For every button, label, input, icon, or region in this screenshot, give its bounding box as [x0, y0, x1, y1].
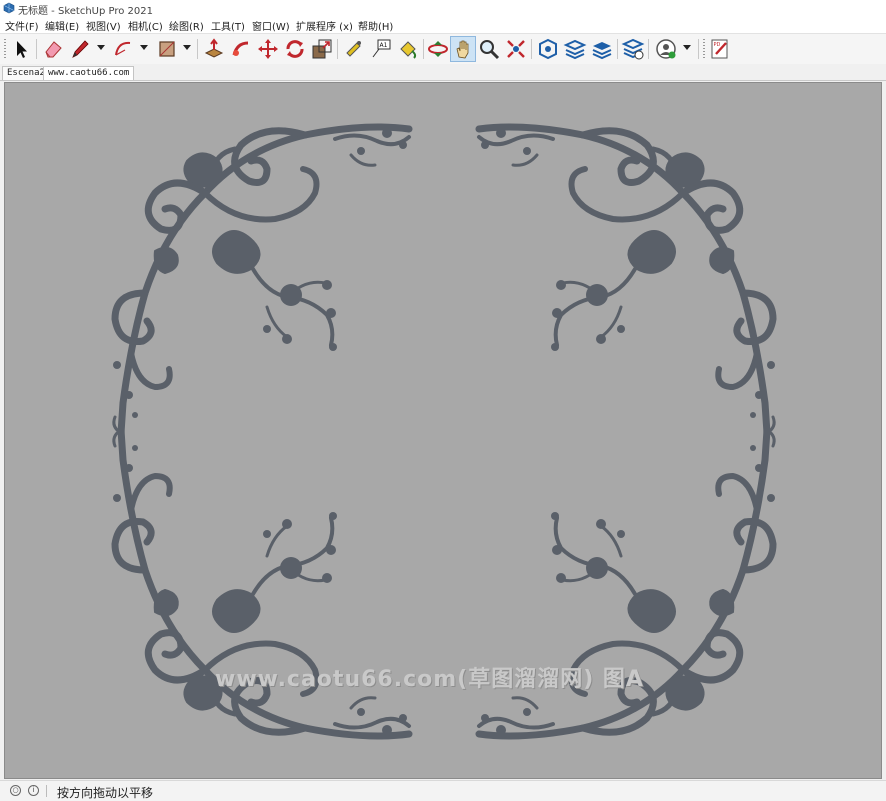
info-icon[interactable]: i — [28, 785, 39, 796]
zoom-tool-button[interactable] — [477, 37, 501, 61]
status-bar: ○ i 按方向拖动以平移 — [0, 780, 886, 801]
arc-tool-button[interactable] — [112, 37, 136, 61]
pencil-line-icon — [72, 40, 89, 58]
zoom-icon — [480, 40, 500, 60]
line-tool-button[interactable] — [68, 37, 92, 61]
move-icon — [258, 39, 278, 59]
rotate-tool-button[interactable] — [283, 37, 307, 61]
scale-icon — [312, 39, 332, 59]
toolbar-separator — [423, 39, 424, 59]
title-bar: 无标题 - SketchUp Pro 2021 — [0, 0, 886, 17]
menu-bar: 文件(F) 编辑(E) 视图(V) 相机(C) 绘图(R) 工具(T) 窗口(W… — [0, 16, 886, 33]
ornament-corner-top-right — [479, 127, 775, 433]
sketchup-app-icon — [3, 2, 15, 14]
arc-icon — [115, 41, 131, 56]
main-toolbar: A1 PD — [0, 33, 886, 65]
send-to-layout-icon: PD — [711, 39, 728, 59]
ornament-corner-top-left — [113, 127, 409, 433]
account-button[interactable] — [654, 37, 678, 61]
tape-measure-icon — [346, 41, 361, 57]
follow-me-tool-button[interactable] — [229, 37, 253, 61]
extension-manager-icon — [621, 38, 645, 60]
menu-window[interactable]: 窗口(W) — [252, 18, 290, 33]
menu-view[interactable]: 视图(V) — [86, 18, 121, 33]
paint-bucket-tool-button[interactable] — [396, 37, 420, 61]
rotate-icon — [286, 40, 304, 58]
menu-tools[interactable]: 工具(T) — [211, 18, 245, 33]
toolbar-separator — [648, 39, 649, 59]
toolbar-separator — [197, 39, 198, 59]
paint-bucket-icon — [400, 41, 417, 59]
menu-help[interactable]: 帮助(H) — [358, 18, 393, 33]
toolbar-grip[interactable] — [4, 39, 6, 59]
status-hint-text: 按方向拖动以平移 — [57, 786, 154, 800]
text-icon: A1 — [372, 39, 391, 58]
push-pull-icon — [204, 38, 224, 58]
rectangle-icon — [159, 41, 175, 57]
orbit-icon — [428, 41, 448, 57]
extension-manager-button[interactable] — [621, 37, 645, 61]
select-tool-button[interactable] — [9, 37, 33, 61]
menu-edit[interactable]: 编辑(E) — [45, 18, 79, 33]
follow-me-icon — [232, 41, 249, 56]
window-title: 无标题 - SketchUp Pro 2021 — [18, 6, 153, 17]
svg-text:A1: A1 — [380, 42, 388, 49]
toolbar-separator — [531, 39, 532, 59]
zoom-extents-icon — [507, 40, 525, 58]
zoom-extents-tool-button[interactable] — [504, 37, 528, 61]
tape-measure-tool-button[interactable] — [342, 37, 366, 61]
menu-camera[interactable]: 相机(C) — [128, 18, 163, 33]
select-icon — [17, 41, 27, 58]
send-to-layout-button[interactable]: PD — [708, 37, 732, 61]
arc-dropdown-chevron-down-icon[interactable] — [140, 45, 148, 50]
shape-dropdown-chevron-down-icon[interactable] — [183, 45, 191, 50]
push-pull-tool-button[interactable] — [202, 37, 226, 61]
eraser-icon — [45, 41, 62, 58]
scene-tab-caotu66[interactable]: www.caotu66.com — [43, 66, 135, 80]
layout-button[interactable] — [590, 37, 614, 61]
move-tool-button[interactable] — [256, 37, 280, 61]
account-icon — [656, 39, 676, 59]
menu-file[interactable]: 文件(F) — [5, 18, 39, 33]
line-dropdown-chevron-down-icon[interactable] — [97, 45, 105, 50]
text-tool-button[interactable]: A1 — [369, 37, 393, 61]
toolbar-separator — [617, 39, 618, 59]
account-dropdown-chevron-down-icon[interactable] — [683, 45, 691, 50]
3d-warehouse-button[interactable] — [536, 37, 560, 61]
toolbar-separator — [698, 39, 699, 59]
3d-warehouse-icon — [539, 38, 557, 60]
orbit-tool-button[interactable] — [426, 37, 450, 61]
menu-extensions[interactable]: 扩展程序 (x) — [296, 18, 353, 33]
toolbar-separator — [36, 39, 37, 59]
scene-tab-bar: Escena2 www.caotu66.com — [0, 64, 886, 81]
status-divider — [46, 785, 47, 797]
watermark-text: www.caotu66.com(草图溜溜网) 图A — [215, 667, 644, 692]
toolbar-grip[interactable] — [703, 39, 705, 59]
svg-text:PD: PD — [714, 42, 721, 48]
eraser-tool-button[interactable] — [41, 37, 65, 61]
scale-tool-button[interactable] — [310, 37, 334, 61]
toolbar-separator — [337, 39, 338, 59]
pan-tool-button[interactable] — [450, 36, 476, 62]
extension-warehouse-button[interactable] — [563, 37, 587, 61]
menu-draw[interactable]: 绘图(R) — [169, 18, 204, 33]
layout-icon — [592, 42, 612, 60]
rectangle-tool-button[interactable] — [155, 37, 179, 61]
extension-warehouse-icon — [563, 39, 587, 60]
pan-icon — [456, 40, 469, 59]
geo-location-icon[interactable]: ○ — [10, 785, 21, 796]
